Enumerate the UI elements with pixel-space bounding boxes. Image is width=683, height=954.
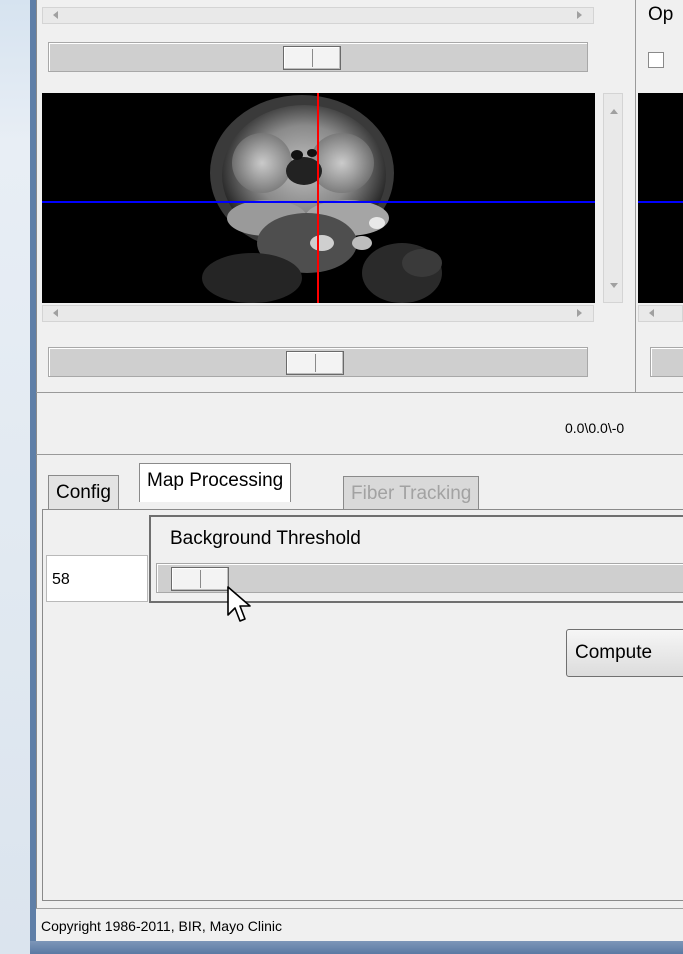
tab-config[interactable]: Config bbox=[48, 475, 119, 509]
tab-map-processing[interactable]: Map Processing bbox=[139, 463, 292, 502]
panel-divider bbox=[635, 0, 636, 392]
image-horizontal-scrollbar[interactable] bbox=[42, 305, 594, 322]
slice-slider[interactable] bbox=[48, 347, 588, 377]
desktop-background bbox=[0, 0, 30, 954]
threshold-value-field[interactable]: 58 bbox=[46, 555, 148, 602]
second-slice-slider[interactable] bbox=[650, 347, 683, 377]
compute-button[interactable]: Compute bbox=[566, 629, 683, 677]
coronal-image-viewport[interactable] bbox=[42, 93, 595, 303]
copyright-status-bar: Copyright 1986-2011, BIR, Mayo Clinic bbox=[36, 908, 683, 941]
scroll-up-icon[interactable] bbox=[610, 109, 618, 114]
scroll-down-icon[interactable] bbox=[610, 283, 618, 288]
window-bottom-edge bbox=[30, 941, 683, 954]
top-slice-slider[interactable] bbox=[48, 42, 588, 72]
background-threshold-label: Background Threshold bbox=[170, 528, 361, 549]
brain-mri-image bbox=[42, 93, 595, 303]
cursor-arrow-icon bbox=[227, 586, 251, 622]
second-image-viewport[interactable] bbox=[638, 93, 683, 303]
top-horizontal-scrollbar[interactable] bbox=[42, 7, 594, 24]
option-checkbox[interactable] bbox=[648, 52, 664, 68]
slider-thumb[interactable] bbox=[286, 351, 344, 375]
second-horizontal-scrollbar[interactable] bbox=[638, 305, 683, 322]
option-label: Op bbox=[648, 4, 674, 25]
coordinate-readout: 0.0\0.0\-0 bbox=[565, 420, 625, 436]
tab-fiber-tracking: Fiber Tracking bbox=[343, 476, 480, 510]
scroll-left-icon[interactable] bbox=[53, 11, 58, 19]
scroll-right-icon[interactable] bbox=[577, 309, 582, 317]
scroll-left-icon[interactable] bbox=[53, 309, 58, 317]
image-vertical-scrollbar[interactable] bbox=[603, 93, 623, 303]
slider-thumb[interactable] bbox=[171, 567, 229, 591]
slider-thumb[interactable] bbox=[283, 46, 341, 70]
scroll-right-icon[interactable] bbox=[577, 11, 582, 19]
scroll-left-icon[interactable] bbox=[649, 309, 654, 317]
